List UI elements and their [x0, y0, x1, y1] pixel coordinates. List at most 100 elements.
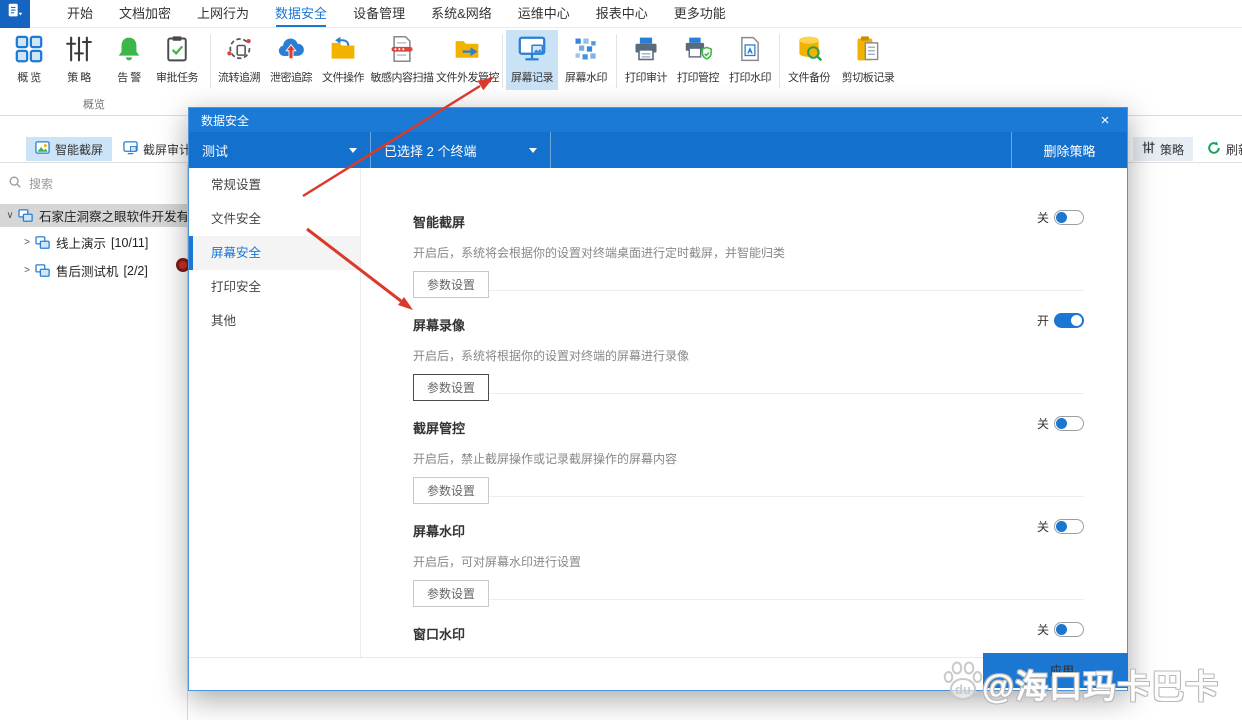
setting-desc: 开启后，系统将会根据你的设置对终端桌面进行定时截屏，并智能归类 — [413, 244, 1084, 261]
ribbon-clipboard-record[interactable]: 剪切板记录 — [836, 30, 900, 90]
setting-desc: 开启后，禁止截屏操作或记录截屏操作的屏幕内容 — [413, 450, 1084, 467]
policy-select-dropdown[interactable]: 测试 — [189, 132, 371, 168]
print-control-shield-icon — [673, 32, 723, 66]
nav-screen-security[interactable]: 屏幕安全 — [189, 236, 360, 270]
tree-node-label: 线上演示 — [56, 233, 106, 252]
refresh-button[interactable]: 刷新 — [1198, 137, 1242, 161]
dialog-nav: 常规设置 文件安全 屏幕安全 打印安全 其他 — [189, 168, 361, 657]
setting-title: 窗口水印 — [413, 624, 1084, 643]
setting-window-watermark: 窗口水印 开启后，可对窗口水印进行设置 关 — [413, 600, 1084, 657]
ribbon-overview[interactable]: 概 览 — [6, 30, 52, 90]
baidu-paw-icon: du — [943, 656, 983, 709]
ribbon-divider — [502, 34, 503, 88]
ribbon-label: 剪切板记录 — [836, 69, 900, 85]
tab-home[interactable]: 开始 — [67, 0, 93, 28]
terminal-select-dropdown[interactable]: 已选择 2 个终端 — [371, 132, 551, 168]
smart-capture-label: 智能截屏 — [55, 141, 103, 158]
ribbon-flow-trace[interactable]: 流转追溯 — [214, 30, 264, 90]
refresh-button-label: 刷新 — [1226, 141, 1242, 158]
ribbon-print-control[interactable]: 打印管控 — [673, 30, 723, 90]
ribbon-label: 泄密追踪 — [266, 69, 316, 85]
chevron-down-icon[interactable]: ∨ — [3, 210, 17, 221]
toggle-row: 开 — [1037, 312, 1084, 329]
terminal-tree-panel: 搜索 ∨ 石家庄洞察之眼软件开发有限公司 > 线上演示 [10/11] > 售后… — [0, 164, 188, 720]
toggle-knob — [1071, 315, 1082, 326]
dialog-toolbar: 测试 已选择 2 个终端 删除策略 — [189, 132, 1127, 168]
ribbon-approval-tasks[interactable]: 审批任务 — [150, 30, 204, 90]
ribbon-screen-record[interactable]: 屏幕记录 — [506, 30, 558, 90]
policy-icon — [56, 32, 102, 66]
tab-ops-center[interactable]: 运维中心 — [518, 0, 570, 28]
toggle-switch-off[interactable] — [1054, 416, 1084, 431]
ribbon-label: 告 警 — [106, 69, 152, 85]
dialog-content: 智能截屏 开启后，系统将会根据你的设置对终端桌面进行定时截屏，并智能归类 参数设… — [361, 168, 1127, 657]
tree-node-company[interactable]: ∨ 石家庄洞察之眼软件开发有限公司 — [0, 204, 187, 227]
file-outsend-folder-icon — [436, 32, 498, 66]
policy-select-value: 测试 — [202, 141, 228, 160]
baidu-logo-text: du — [955, 682, 971, 697]
tab-web-behavior[interactable]: 上网行为 — [197, 0, 249, 28]
policy-button-label: 策略 — [1160, 141, 1184, 158]
tab-doc-encrypt[interactable]: 文档加密 — [119, 0, 171, 28]
chevron-right-icon[interactable]: > — [20, 237, 34, 248]
close-icon[interactable] — [1095, 112, 1115, 129]
nav-other[interactable]: 其他 — [189, 304, 360, 338]
policy-button[interactable]: 策略 — [1133, 137, 1193, 161]
toggle-switch-off[interactable] — [1054, 519, 1084, 534]
toggle-switch-off[interactable] — [1054, 210, 1084, 225]
ribbon-screen-watermark[interactable]: 屏幕水印 — [560, 30, 612, 90]
ribbon-label: 文件操作 — [318, 69, 368, 85]
smart-capture-icon — [35, 140, 50, 158]
ribbon-sensitive-scan[interactable]: 敏感内容扫描 — [370, 30, 434, 90]
tree-node-count: [2/2] — [124, 264, 148, 278]
terminal-select-value: 已选择 2 个终端 — [384, 141, 476, 160]
clipboard-record-icon — [836, 32, 900, 66]
terminal-group-icon — [35, 236, 51, 250]
ribbon-print-watermark[interactable]: 打印水印 — [725, 30, 775, 90]
ribbon-policy[interactable]: 策 略 — [56, 30, 102, 90]
ribbon-leak-trace[interactable]: 泄密追踪 — [266, 30, 316, 90]
tab-device-mgmt[interactable]: 设备管理 — [353, 0, 405, 28]
tab-data-security[interactable]: 数据安全 — [275, 0, 327, 28]
ribbon-file-ops[interactable]: 文件操作 — [318, 30, 368, 90]
toggle-row: 关 — [1037, 415, 1084, 432]
chevron-right-icon[interactable]: > — [20, 265, 34, 276]
nav-general-settings[interactable]: 常规设置 — [189, 168, 360, 202]
delete-policy-button[interactable]: 删除策略 — [1011, 132, 1127, 168]
ribbon-print-audit[interactable]: 打印审计 — [621, 30, 671, 90]
toggle-state-label: 关 — [1037, 209, 1049, 226]
toolbar-spacer — [551, 132, 1011, 168]
tab-more-features[interactable]: 更多功能 — [674, 0, 726, 28]
ribbon-label: 打印审计 — [621, 69, 671, 85]
file-backup-database-icon — [784, 32, 834, 66]
overview-icon — [6, 32, 52, 66]
toggle-knob — [1056, 212, 1067, 223]
toggle-knob — [1056, 418, 1067, 429]
app-menu-button[interactable] — [0, 0, 30, 28]
ribbon-file-backup[interactable]: 文件备份 — [784, 30, 834, 90]
tab-report-center[interactable]: 报表中心 — [596, 0, 648, 28]
tree-node-online-demo[interactable]: > 线上演示 [10/11] — [0, 231, 187, 254]
nav-file-security[interactable]: 文件安全 — [189, 202, 360, 236]
toggle-switch-on[interactable] — [1054, 313, 1084, 328]
terminal-group-icon — [35, 264, 51, 278]
smart-capture-button[interactable]: 智能截屏 — [26, 137, 112, 161]
search-input[interactable]: 搜索 — [8, 175, 187, 192]
toggle-switch-off[interactable] — [1054, 622, 1084, 637]
tab-system-network[interactable]: 系统&网络 — [431, 0, 492, 28]
ribbon-label: 文件备份 — [784, 69, 834, 85]
ribbon-alarm[interactable]: 告 警 — [106, 30, 152, 90]
ribbon-file-outsend[interactable]: 文件外发管控 — [436, 30, 498, 90]
search-placeholder: 搜索 — [29, 175, 53, 192]
tree-node-label: 石家庄洞察之眼软件开发有限公司 — [39, 206, 187, 225]
approval-clipboard-icon — [150, 32, 204, 66]
dialog-title-bar[interactable]: 数据安全 — [189, 108, 1127, 132]
toggle-row: 关 — [1037, 518, 1084, 535]
setting-title: 截屏管控 — [413, 418, 1084, 437]
screen-watermark-mosaic-icon — [560, 32, 612, 66]
nav-print-security[interactable]: 打印安全 — [189, 270, 360, 304]
tree-node-aftersales-test[interactable]: > 售后测试机 [2/2] — [0, 259, 187, 282]
setting-title: 屏幕录像 — [413, 315, 1084, 334]
ribbon-label: 流转追溯 — [214, 69, 264, 85]
ribbon-label: 打印水印 — [725, 69, 775, 85]
